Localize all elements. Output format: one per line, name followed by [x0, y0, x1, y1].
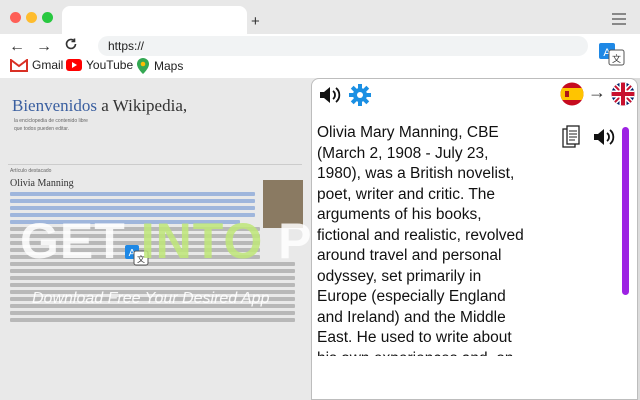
forward-icon[interactable]: →: [36, 38, 52, 56]
address-bar[interactable]: https://: [98, 36, 588, 56]
watermark-tagline: Download Free Your Desired App: [32, 290, 270, 307]
speaker-icon[interactable]: [592, 127, 616, 152]
scrollbar-thumb[interactable]: [622, 127, 629, 295]
spanish-flag-icon[interactable]: [560, 82, 584, 111]
new-tab-button[interactable]: +: [251, 13, 260, 30]
bookmark-gmail[interactable]: Gmail: [10, 58, 63, 72]
browser-chrome: + ← → https:// A 文 Gmail YouTube Maps: [0, 0, 640, 78]
title-bar: +: [0, 0, 640, 34]
svg-text:文: 文: [612, 53, 621, 65]
copy-document-icon[interactable]: [562, 125, 580, 154]
bookmark-maps[interactable]: Maps: [136, 58, 183, 74]
wiki-subtitle-1: la enciclopedia de contenido libre: [14, 118, 88, 124]
translate-extension-icon[interactable]: A 文: [598, 42, 626, 66]
watermark-logo: GET INTO PC: [20, 213, 350, 269]
active-tab[interactable]: [62, 6, 247, 34]
uk-flag-icon[interactable]: [611, 82, 635, 111]
translated-text: Olivia Mary Manning, CBE (March 2, 1908 …: [317, 124, 524, 356]
featured-article: Artículo destacado Olivia Manning: [8, 164, 302, 400]
speaker-icon[interactable]: [318, 85, 342, 110]
back-icon[interactable]: ←: [9, 38, 25, 56]
close-window-button[interactable]: [10, 12, 21, 23]
arrow-right-icon: →: [588, 82, 606, 102]
bookmark-label: Maps: [154, 59, 184, 73]
reload-icon[interactable]: [64, 37, 78, 56]
wiki-title: Bienvenidos a Wikipedia,: [12, 96, 188, 115]
translator-panel: → Olivia Mary Manning, CBE (March 2, 190…: [311, 78, 638, 400]
section-label: Artículo destacado: [10, 168, 52, 174]
maps-icon: [137, 58, 149, 74]
settings-gear-icon[interactable]: [348, 83, 372, 112]
gmail-icon: [10, 58, 28, 72]
wiki-subtitle-2: que todos pueden editar.: [14, 126, 70, 132]
youtube-icon: [66, 59, 82, 71]
menu-icon[interactable]: [612, 10, 626, 28]
bookmark-label: Gmail: [32, 58, 64, 72]
article-heading: Olivia Manning: [10, 178, 74, 189]
maximize-window-button[interactable]: [42, 12, 53, 23]
bookmark-label: YouTube: [86, 58, 134, 72]
bookmark-youtube[interactable]: YouTube: [66, 58, 133, 72]
minimize-window-button[interactable]: [26, 12, 37, 23]
